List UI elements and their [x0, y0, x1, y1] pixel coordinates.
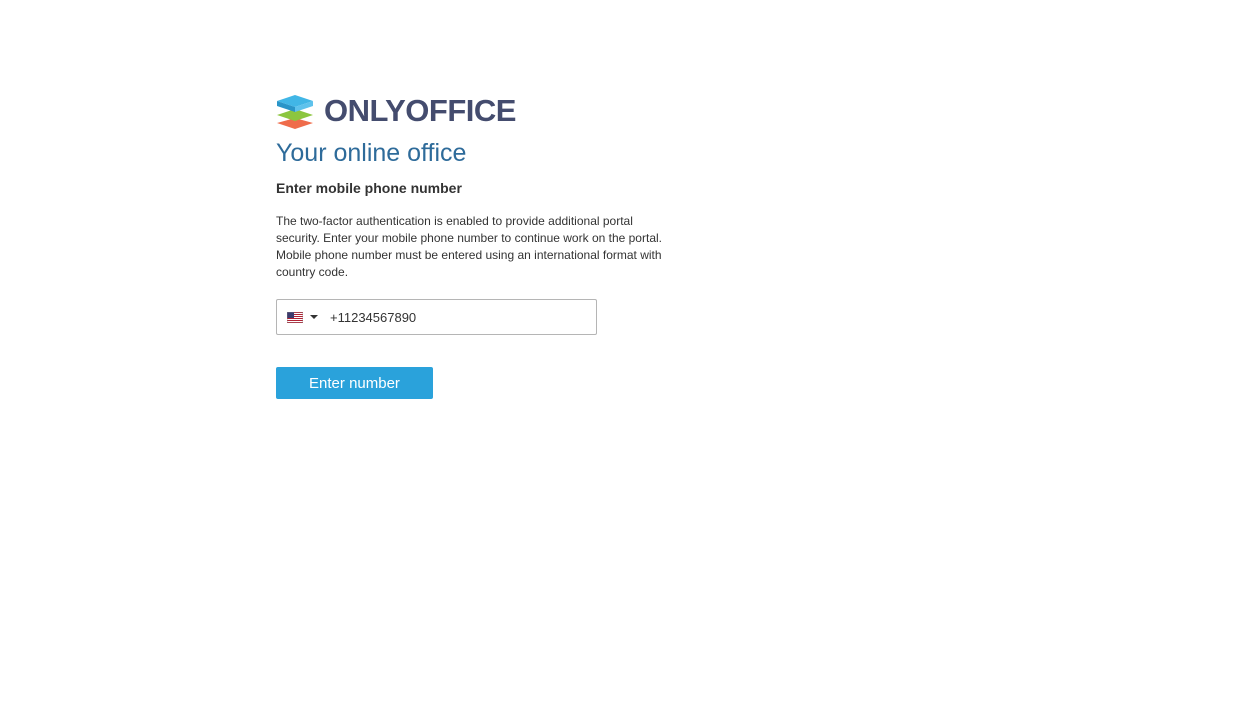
chevron-down-icon	[310, 315, 318, 319]
form-description: The two-factor authentication is enabled…	[276, 214, 662, 279]
phone-input[interactable]	[330, 309, 570, 325]
page: ONLYOFFICE Your online office Enter mobi…	[0, 0, 1240, 708]
brand-name: ONLYOFFICE	[324, 93, 516, 128]
brand-logo: ONLYOFFICE	[276, 92, 676, 130]
brand-tagline: Your online office	[276, 139, 467, 167]
login-panel: ONLYOFFICE Your online office Enter mobi…	[276, 92, 676, 399]
country-code-dropdown[interactable]	[277, 300, 318, 334]
us-flag-icon	[287, 311, 303, 323]
form-heading: Enter mobile phone number	[276, 180, 462, 196]
phone-field	[276, 299, 597, 335]
onlyoffice-logo-icon	[277, 94, 313, 129]
enter-number-button[interactable]: Enter number	[276, 367, 433, 399]
